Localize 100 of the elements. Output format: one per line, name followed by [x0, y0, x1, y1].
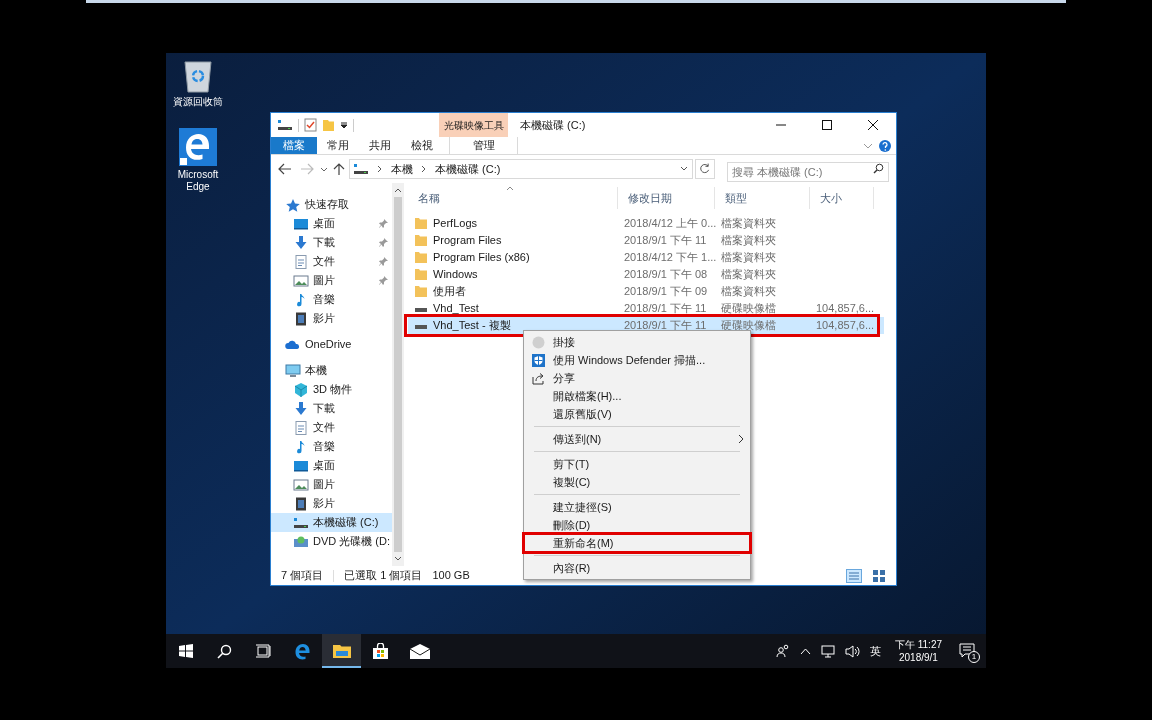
menu-item[interactable]: 傳送到(N) — [524, 430, 750, 448]
computer-icon — [285, 363, 301, 378]
ime-indicator[interactable]: 英 — [869, 642, 881, 660]
details-view-icon[interactable] — [846, 568, 862, 583]
folder-icon — [414, 217, 428, 230]
menu-item[interactable]: 開啟檔案(H)... — [524, 387, 750, 405]
column-header[interactable]: 大小 — [810, 187, 874, 209]
menu-item[interactable]: 分享 — [524, 369, 750, 387]
breadcrumb-chevron-icon — [421, 165, 427, 173]
folder-icon — [414, 268, 428, 281]
dropdown-caret-icon[interactable] — [340, 121, 348, 129]
menu-item[interactable]: 重新命名(M) — [524, 534, 750, 552]
taskbar-button[interactable] — [322, 634, 361, 668]
menu-item[interactable]: 內容(R) — [524, 559, 750, 577]
breadcrumb[interactable]: 本機磁碟 (C:) — [435, 160, 501, 178]
network-icon[interactable] — [820, 644, 835, 658]
nav-item[interactable]: 快速存取 — [271, 195, 392, 214]
file-row[interactable]: Program Files 2018/9/1 下午 11 檔案資料夾 — [408, 232, 884, 249]
file-date: 2018/9/1 下午 09 — [623, 284, 709, 300]
nav-item[interactable]: 下載 — [271, 233, 392, 252]
menu-item[interactable]: 建立捷徑(S) — [524, 498, 750, 516]
ribbon-tab[interactable]: 常用 — [317, 137, 359, 154]
file-size: 104,857,6... — [815, 301, 874, 317]
file-row[interactable]: 使用者 2018/9/1 下午 09 檔案資料夾 — [408, 283, 884, 300]
nav-item[interactable]: 影片 — [271, 494, 392, 513]
nav-item[interactable]: 桌面 — [271, 214, 392, 233]
large-icons-view-icon[interactable] — [872, 568, 886, 583]
task-view-icon[interactable] — [256, 644, 271, 658]
notification-icon[interactable] — [959, 643, 975, 658]
file-row[interactable]: Windows 2018/9/1 下午 08 檔案資料夾 — [408, 266, 884, 283]
nav-item[interactable]: 本機磁碟 (C:) — [271, 513, 392, 532]
help-icon[interactable] — [876, 137, 894, 155]
windows-logo-icon[interactable] — [178, 644, 193, 658]
column-header[interactable]: 類型 — [715, 187, 810, 209]
nav-item[interactable]: 影片 — [271, 309, 392, 328]
monitor-icon — [293, 216, 309, 231]
nav-item[interactable]: 圖片 — [271, 475, 392, 494]
scroll-up-icon[interactable] — [394, 186, 402, 194]
up-arrow-icon[interactable] — [331, 162, 347, 176]
menu-item[interactable]: 複製(C) — [524, 473, 750, 491]
nav-item[interactable]: 桌面 — [271, 456, 392, 475]
breadcrumb[interactable]: 本機 — [391, 160, 413, 178]
share-icon — [532, 371, 545, 385]
drive-icon — [353, 162, 369, 176]
nav-item[interactable]: 下載 — [271, 399, 392, 418]
search-icon[interactable] — [873, 163, 884, 174]
file-row[interactable]: PerfLogs 2018/4/12 上午 0... 檔案資料夾 — [408, 215, 884, 232]
folder-icon[interactable] — [332, 642, 351, 658]
speaker-icon[interactable] — [844, 644, 860, 658]
menu-item[interactable]: 刪除(D) — [524, 516, 750, 534]
search-icon[interactable] — [217, 643, 232, 659]
file-row[interactable]: Vhd_Test 2018/9/1 下午 11 硬碟映像檔 104,857,6... — [408, 300, 884, 317]
nav-item[interactable]: OneDrive — [271, 335, 392, 354]
envelope-icon[interactable] — [409, 643, 430, 659]
menu-item[interactable]: 掛接 — [524, 333, 750, 351]
nav-item[interactable]: 文件 — [271, 418, 392, 437]
recycle-bin-icon[interactable] — [181, 59, 215, 93]
desktop-icon-label[interactable]: 資源回收筒 — [167, 96, 229, 108]
column-header[interactable]: 名稱 — [408, 187, 618, 209]
file-name: 使用者 — [433, 284, 466, 300]
file-type: 檔案資料夾 — [720, 267, 777, 283]
ribbon-tab[interactable]: 檔案 — [271, 137, 317, 154]
address-bar[interactable]: 本機 本機磁碟 (C:) — [349, 159, 693, 179]
ribbon-tab[interactable]: 管理 — [449, 137, 518, 154]
nav-item[interactable]: DVD 光碟機 (D: — [271, 532, 392, 551]
nav-item[interactable]: 3D 物件 — [271, 380, 392, 399]
disc-icon — [532, 335, 545, 349]
nav-item[interactable]: 文件 — [271, 252, 392, 271]
file-name: Windows — [433, 267, 478, 283]
tool-group-label: 光碟映像工具 — [439, 113, 508, 137]
desktop-icon-label[interactable]: Microsoft Edge — [167, 169, 229, 193]
menu-item[interactable]: 剪下(T) — [524, 455, 750, 473]
document-icon — [293, 420, 309, 435]
edge-app-icon[interactable] — [179, 128, 217, 166]
nav-item[interactable]: 音樂 — [271, 437, 392, 456]
nav-item[interactable]: 本機 — [271, 361, 392, 380]
ribbon-tab[interactable]: 檢視 — [401, 137, 443, 154]
ribbon-tab[interactable]: 共用 — [359, 137, 401, 154]
picture-icon — [293, 477, 309, 492]
scroll-down-icon[interactable] — [394, 555, 402, 563]
film-icon — [293, 496, 309, 511]
refresh-icon[interactable] — [695, 159, 715, 179]
menu-item[interactable]: 還原舊版(V) — [524, 405, 750, 423]
column-header[interactable]: 修改日期 — [618, 187, 715, 209]
clock[interactable]: 下午 11:27 2018/9/1 — [890, 638, 946, 664]
scrollbar[interactable] — [392, 183, 404, 566]
nav-item[interactable]: 音樂 — [271, 290, 392, 309]
people-icon[interactable] — [775, 644, 790, 658]
search-field[interactable]: 搜尋 本機磁碟 (C:) — [727, 162, 889, 182]
edge-icon[interactable] — [294, 642, 311, 660]
shopping-bag-icon[interactable] — [372, 642, 389, 660]
file-name: Vhd_Test - 複製 — [433, 318, 511, 334]
menu-item[interactable]: 使用 Windows Defender 掃描... — [524, 351, 750, 369]
file-row[interactable]: Program Files (x86) 2018/4/12 下午 1... 檔案資料夾 — [408, 249, 884, 266]
nav-item[interactable]: 圖片 — [271, 271, 392, 290]
download-icon — [293, 401, 309, 416]
chevron-up-icon[interactable] — [799, 647, 811, 655]
drive-icon — [293, 515, 309, 530]
checklist-icon[interactable] — [304, 118, 317, 132]
window-title: 本機磁碟 (C:) — [519, 117, 587, 133]
